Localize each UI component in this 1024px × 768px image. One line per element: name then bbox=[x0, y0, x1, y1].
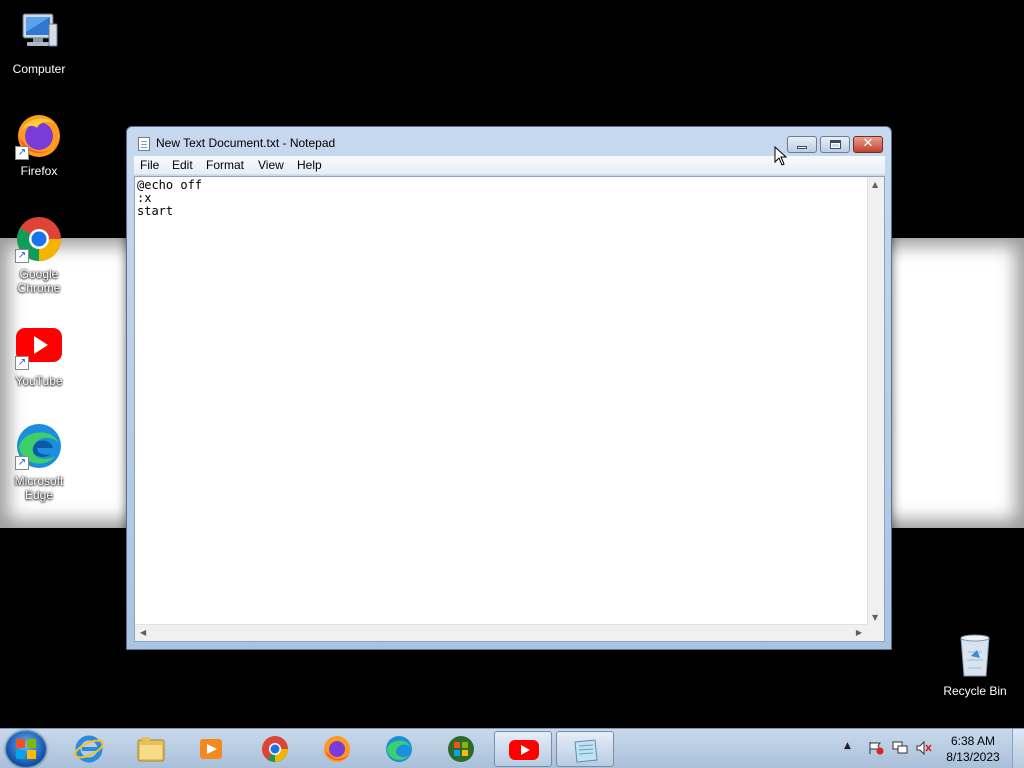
menu-file[interactable]: File bbox=[140, 158, 159, 172]
scroll-down-icon[interactable]: ▼ bbox=[872, 613, 878, 622]
resize-grip[interactable] bbox=[867, 624, 884, 641]
desktop-icon-google-chrome[interactable]: ↗ Google Chrome bbox=[1, 215, 77, 295]
scroll-right-icon[interactable]: ▶ bbox=[856, 628, 862, 637]
scroll-up-icon[interactable]: ▲ bbox=[872, 180, 878, 189]
chrome-icon bbox=[262, 736, 288, 763]
internet-explorer-icon bbox=[74, 735, 104, 763]
edge-icon: ↗ bbox=[15, 422, 63, 470]
close-icon: ✕ bbox=[862, 136, 874, 151]
desktop-icon-label: Microsoft Edge bbox=[14, 474, 64, 502]
desktop-icon-computer[interactable]: Computer bbox=[1, 10, 77, 76]
firefox-icon: ↗ bbox=[15, 112, 63, 160]
minimize-button[interactable] bbox=[787, 136, 817, 153]
taskbar-chrome[interactable] bbox=[246, 731, 304, 767]
scroll-left-icon[interactable]: ◀ bbox=[140, 628, 146, 637]
menu-view[interactable]: View bbox=[258, 158, 284, 172]
document-text[interactable]: @echo off :x start bbox=[137, 179, 867, 623]
folder-icon bbox=[137, 737, 165, 762]
youtube-icon: ↗ bbox=[15, 322, 63, 370]
desktop-icon-label: YouTube bbox=[15, 374, 63, 388]
clock-date: 8/13/2023 bbox=[946, 750, 1000, 764]
menu-help[interactable]: Help bbox=[297, 158, 322, 172]
taskbar-notepad[interactable] bbox=[556, 731, 614, 767]
edge-icon bbox=[386, 736, 412, 762]
mouse-cursor-icon bbox=[774, 146, 788, 166]
desktop-icon-label: Recycle Bin bbox=[943, 684, 1007, 698]
computer-icon bbox=[15, 10, 63, 58]
menu-format[interactable]: Format bbox=[206, 158, 244, 172]
desktop-icon-microsoft-edge[interactable]: ↗ Microsoft Edge bbox=[1, 422, 77, 502]
taskbar-firefox[interactable] bbox=[308, 731, 366, 767]
window-title: New Text Document.txt - Notepad bbox=[156, 136, 336, 150]
taskbar-edge[interactable] bbox=[370, 731, 428, 767]
horizontal-scrollbar[interactable]: ◀ ▶ bbox=[135, 624, 867, 641]
shortcut-arrow-icon: ↗ bbox=[15, 146, 29, 160]
network-icon[interactable] bbox=[892, 741, 908, 755]
text-editor[interactable]: @echo off :x start ▲ ▼ ◀ ▶ bbox=[134, 176, 885, 642]
show-hidden-icons-icon[interactable]: ▲ bbox=[844, 741, 860, 755]
shortcut-arrow-icon: ↗ bbox=[15, 356, 29, 370]
firefox-icon bbox=[324, 736, 350, 762]
taskbar-windows-app[interactable] bbox=[432, 731, 490, 767]
show-desktop-button[interactable] bbox=[1012, 729, 1024, 768]
taskbar: ▲ 6:38 AM 8/13/2023 bbox=[0, 728, 1024, 768]
clock-time: 6:38 AM bbox=[950, 734, 996, 748]
system-tray: ▲ 6:38 AM 8/13/2023 bbox=[842, 729, 1022, 768]
shortcut-arrow-icon: ↗ bbox=[15, 249, 29, 263]
maximize-button[interactable] bbox=[820, 136, 850, 153]
desktop-icon-firefox[interactable]: ↗ Firefox bbox=[1, 112, 77, 178]
desktop-icon-label: Firefox bbox=[20, 164, 58, 178]
recycle-bin-icon bbox=[951, 632, 999, 680]
chrome-icon: ↗ bbox=[15, 215, 63, 263]
maximize-icon bbox=[830, 140, 841, 149]
minimize-icon bbox=[797, 146, 807, 149]
action-center-flag-icon[interactable] bbox=[868, 741, 884, 755]
desktop-icon-recycle-bin[interactable]: Recycle Bin bbox=[937, 632, 1013, 698]
menu-bar: File Edit Format View Help bbox=[134, 156, 885, 175]
desktop-icon-label: Google Chrome bbox=[17, 267, 61, 295]
youtube-icon bbox=[509, 740, 539, 760]
start-button[interactable] bbox=[6, 731, 46, 767]
close-button[interactable]: ✕ bbox=[853, 136, 883, 153]
taskbar-media-player[interactable] bbox=[182, 731, 240, 767]
vertical-scrollbar[interactable]: ▲ ▼ bbox=[867, 177, 884, 625]
windows-logo-icon bbox=[16, 739, 36, 759]
clock[interactable]: 6:38 AM 8/13/2023 bbox=[938, 733, 1008, 765]
notepad-icon bbox=[138, 137, 150, 151]
desktop-icon-youtube[interactable]: ↗ YouTube bbox=[1, 322, 77, 388]
notepad-window[interactable]: New Text Document.txt - Notepad ✕ File E… bbox=[126, 126, 892, 650]
windows-logo-icon bbox=[448, 736, 474, 762]
menu-edit[interactable]: Edit bbox=[172, 158, 193, 172]
desktop-icon-label: Computer bbox=[12, 62, 66, 76]
shortcut-arrow-icon: ↗ bbox=[15, 456, 29, 470]
notepad-icon bbox=[574, 739, 598, 763]
volume-muted-icon[interactable] bbox=[916, 741, 932, 755]
taskbar-youtube[interactable] bbox=[494, 731, 552, 767]
media-player-icon bbox=[200, 739, 222, 759]
taskbar-internet-explorer[interactable] bbox=[60, 731, 118, 767]
taskbar-file-explorer[interactable] bbox=[122, 731, 180, 767]
